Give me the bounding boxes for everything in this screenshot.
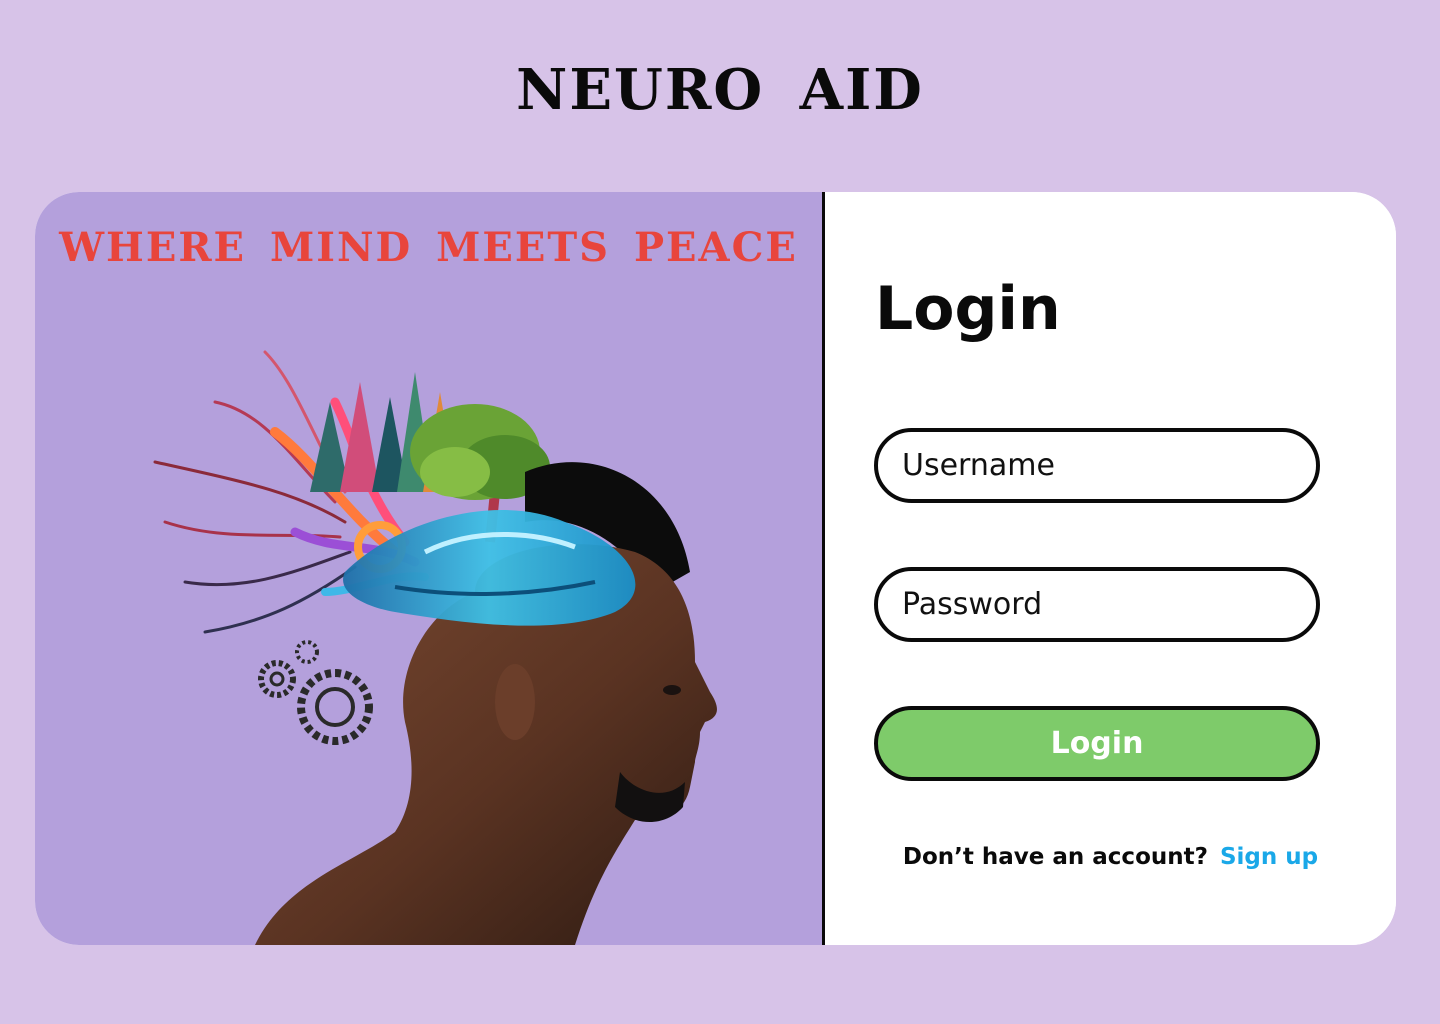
hero-illustration — [153, 350, 717, 945]
hero-panel: WHERE MIND MEETS PEACE — [35, 192, 822, 945]
signup-link[interactable]: Sign up — [1220, 844, 1318, 870]
password-field — [874, 567, 1320, 642]
signup-row: Don’t have an account? Sign up — [825, 844, 1396, 870]
login-heading: Login — [875, 274, 1061, 344]
username-input[interactable] — [878, 432, 1316, 499]
password-input[interactable] — [878, 571, 1316, 638]
ear — [495, 664, 535, 740]
gears-icon — [258, 640, 373, 745]
app-title: NEURO AID — [516, 57, 924, 123]
username-field — [874, 428, 1320, 503]
login-button[interactable]: Login — [874, 706, 1320, 781]
eye — [663, 685, 681, 695]
login-panel: Login Login Don’t have an account? Sign … — [825, 192, 1396, 945]
login-card: WHERE MIND MEETS PEACE Login Username Lo… — [35, 192, 1396, 945]
tagline: WHERE MIND MEETS PEACE — [59, 224, 798, 271]
signup-prompt: Don’t have an account? — [902, 844, 1208, 870]
